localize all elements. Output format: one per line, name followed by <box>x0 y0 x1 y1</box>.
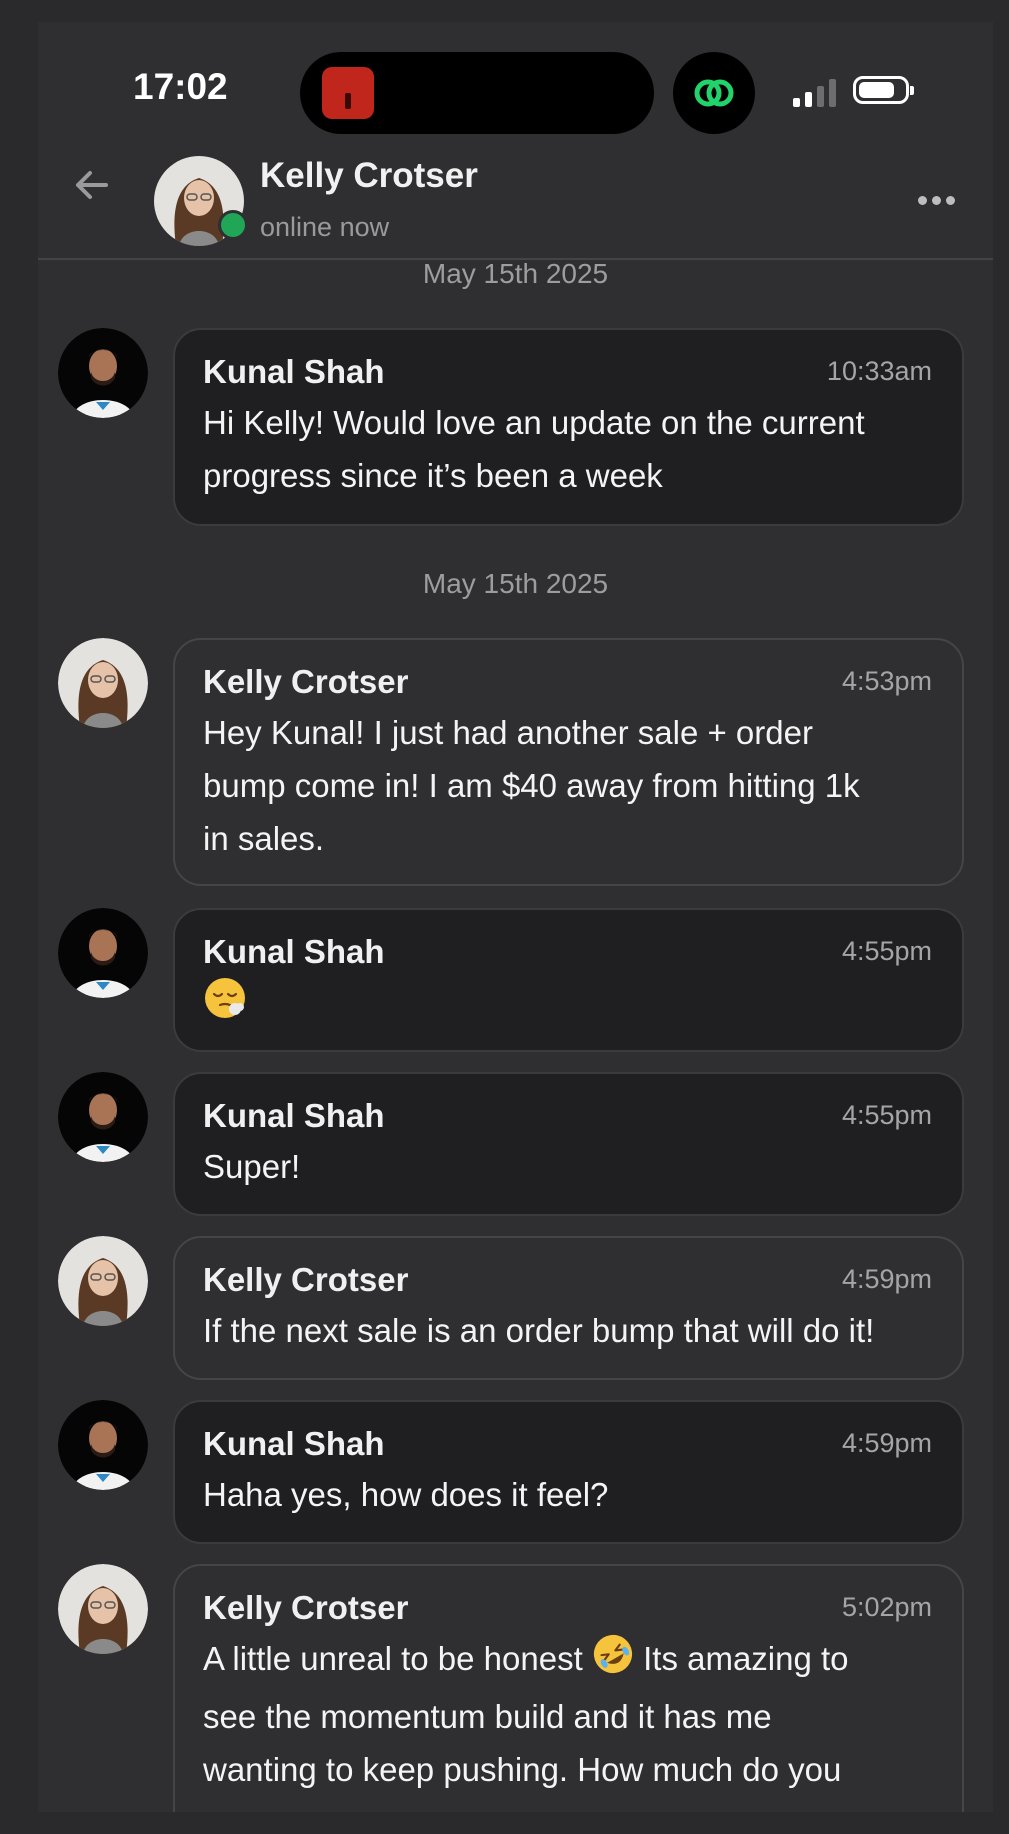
message-text-part: Its amazing to <box>643 1640 849 1677</box>
message-bubble[interactable]: Kunal Shah 4:55pm Super! <box>173 1072 964 1216</box>
message-sender: Kunal Shah <box>203 1425 385 1462</box>
kunal-avatar[interactable] <box>58 908 148 998</box>
battery-icon <box>853 76 914 104</box>
message-line: bump come in! I am $40 away from hitting… <box>203 767 860 804</box>
kunal-avatar[interactable] <box>58 328 148 418</box>
message-text: A little unreal to be honest Its amazing… <box>203 1632 934 1796</box>
dynamic-island <box>300 52 654 134</box>
date-separator: May 15th 2025 <box>422 258 609 289</box>
message-line: Hey Kunal! I just had another sale + ord… <box>203 714 813 751</box>
message-bubble[interactable]: Kunal Shah 10:33am Hi Kelly! Would love … <box>173 328 964 526</box>
message-sender: Kelly Crotser <box>203 663 409 700</box>
message-line: Super! <box>203 1148 301 1185</box>
message-time: 10:33am <box>826 356 932 386</box>
date-separator: May 15th 2025 <box>422 568 609 599</box>
message-time: 4:59pm <box>841 1428 932 1458</box>
message-time: 4:53pm <box>841 666 932 696</box>
message-line: A little unreal to be honest Its amazing… <box>203 1632 934 1690</box>
contact-name: Kelly Crotser <box>260 156 478 195</box>
contact-status: online now <box>260 212 390 242</box>
link-icon <box>694 79 734 107</box>
message-sender: Kelly Crotser <box>203 1589 409 1626</box>
more-options-icon[interactable] <box>918 196 955 205</box>
message-time: 4:59pm <box>841 1264 932 1294</box>
message-time: 4:55pm <box>841 1100 932 1130</box>
message-sender: Kunal Shah <box>203 353 385 390</box>
message-time: 5:02pm <box>841 1592 932 1622</box>
kunal-avatar[interactable] <box>58 1400 148 1490</box>
message-text: If the next sale is an order bump that w… <box>203 1304 934 1357</box>
message-text <box>203 976 934 1035</box>
message-text: Hi Kelly! Would love an update on the cu… <box>203 396 934 502</box>
link-app-indicator <box>673 52 755 134</box>
message-bubble[interactable]: Kelly Crotser 5:02pm A little unreal to … <box>173 1564 964 1812</box>
relieved-face-with-steam-emoji-icon <box>203 976 247 1035</box>
message-sender: Kelly Crotser <box>203 1261 409 1298</box>
message-sender: Kunal Shah <box>203 1097 385 1134</box>
message-line: in sales. <box>203 820 325 857</box>
message-time: 4:55pm <box>841 936 932 966</box>
cellular-signal-icon <box>793 79 836 107</box>
message-bubble[interactable]: Kelly Crotser 4:59pm If the next sale is… <box>173 1236 964 1380</box>
rolling-on-the-floor-laughing-emoji-icon <box>592 1633 634 1690</box>
online-indicator <box>218 210 248 240</box>
status-time: 17:02 <box>133 66 228 107</box>
phone-screen: 17:02 Kelly Crotser online now May 15th … <box>38 22 993 1812</box>
message-line: Hi Kelly! Would love an update on the cu… <box>203 404 865 441</box>
message-text: Hey Kunal! I just had another sale + ord… <box>203 706 934 865</box>
message-line: Haha yes, how does it feel? <box>203 1476 609 1513</box>
message-sender: Kunal Shah <box>203 933 385 970</box>
message-bubble[interactable]: Kunal Shah 4:55pm <box>173 908 964 1052</box>
live-activity-app-icon <box>322 67 374 119</box>
kelly-avatar[interactable] <box>58 638 148 728</box>
message-text-part: A little unreal to be honest <box>203 1640 583 1677</box>
message-line: see the momentum build and it has me <box>203 1697 772 1735</box>
back-arrow-icon[interactable] <box>66 160 116 210</box>
message-bubble[interactable]: Kunal Shah 4:59pm Haha yes, how does it … <box>173 1400 964 1544</box>
message-text: Super! <box>203 1140 934 1193</box>
kelly-avatar[interactable] <box>58 1564 148 1654</box>
message-line: progress since it’s been a week <box>203 457 663 494</box>
message-text: Haha yes, how does it feel? <box>203 1468 934 1521</box>
kelly-avatar[interactable] <box>58 1236 148 1326</box>
kunal-avatar[interactable] <box>58 1072 148 1162</box>
message-bubble[interactable]: Kelly Crotser 4:53pm Hey Kunal! I just h… <box>173 638 964 886</box>
message-line: If the next sale is an order bump that w… <box>203 1312 875 1349</box>
message-line: wanting to keep pushing. How much do you <box>203 1750 842 1788</box>
